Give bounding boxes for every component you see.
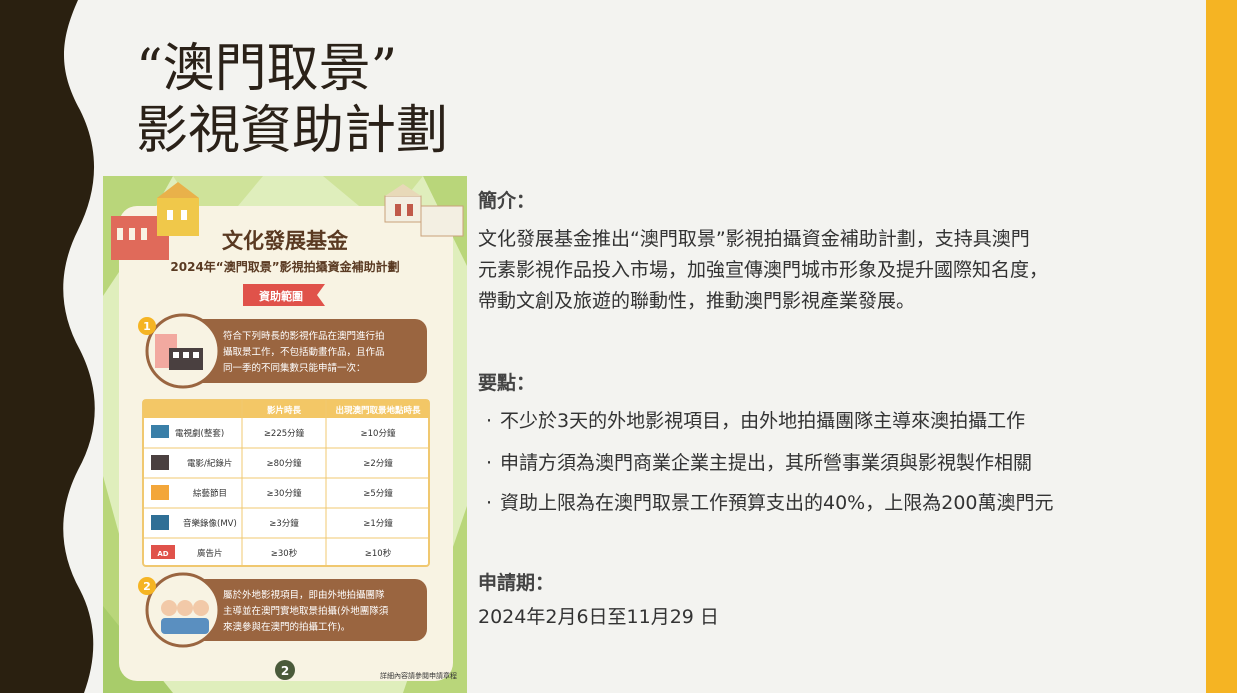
variety-show-icon bbox=[151, 485, 169, 500]
point-text: 資助上限為在澳門取景工作預算支出的40%，上限為200萬澳門元 bbox=[500, 492, 1054, 514]
left-wave-band bbox=[0, 0, 95, 693]
bullet-dot: · bbox=[485, 410, 493, 432]
duration-table: 影片時長 出現澳門取景地點時長 電視劇(整套) ≥225分鐘 ≥10分鐘 電影/… bbox=[142, 399, 430, 567]
item2-number: 2 bbox=[143, 580, 151, 593]
poster-image: 文化發展基金 2024年“澳門取景”影視拍攝資金補助計劃 資助範圍 1 符合下列… bbox=[103, 176, 467, 693]
item1-line2: 攝取景工作，不包括動畫作品，且作品 bbox=[223, 346, 385, 358]
title-line-2: 影視資助計劃 bbox=[136, 101, 449, 161]
intro-line-1: 文化發展基金推出“澳門取景”影視拍攝資金補助計劃，支持具澳門 bbox=[478, 228, 1030, 250]
points-heading: 要點： bbox=[478, 372, 536, 394]
row-duration: ≥225分鐘 bbox=[264, 428, 305, 439]
slide-title: “澳門取景” 影視資助計劃 bbox=[136, 38, 448, 162]
item2-line2: 主導並在澳門實地取景拍攝(外地團隊須 bbox=[223, 605, 389, 617]
period-text: 2024年2月6日至11月29 日 bbox=[478, 606, 719, 628]
bullet-dot: · bbox=[485, 452, 493, 474]
film-clapper-icon bbox=[151, 455, 169, 470]
row-macau: ≥5分鐘 bbox=[363, 488, 393, 499]
point-item: · 資助上限為在澳門取景工作預算支出的40%，上限為200萬澳門元 bbox=[478, 488, 1054, 515]
advertisement-icon: AD bbox=[151, 545, 175, 559]
row-macau: ≥10分鐘 bbox=[361, 428, 396, 439]
title-line-1: “澳門取景” bbox=[136, 39, 398, 99]
intro-heading: 簡介： bbox=[478, 190, 536, 212]
row-duration: ≥3分鐘 bbox=[269, 518, 299, 529]
ribbon-label: 資助範圍 bbox=[259, 289, 303, 303]
intro-line-2: 元素影視作品投入市場，加強宣傳澳門城市形象及提升國際知名度， bbox=[478, 259, 1049, 281]
poster-page-number: 2 bbox=[281, 664, 289, 678]
row-type: 廣告片 bbox=[197, 548, 223, 559]
row-type: 電影/紀錄片 bbox=[187, 458, 232, 469]
table-header-macau: 出現澳門取景地點時長 bbox=[335, 405, 421, 416]
item2-line1: 屬於外地影視項目，即由外地拍攝團隊 bbox=[223, 589, 385, 601]
row-duration: ≥80分鐘 bbox=[267, 458, 302, 469]
point-item: · 不少於3天的外地影視項目，由外地拍攝團隊主導來澳拍攝工作 bbox=[478, 406, 1025, 433]
row-type: 綜藝節目 bbox=[193, 488, 227, 499]
poster-subtitle: 2024年“澳門取景”影視拍攝資金補助計劃 bbox=[170, 259, 399, 274]
item1-line1: 符合下列時長的影視作品在澳門進行拍 bbox=[223, 330, 385, 342]
tv-icon bbox=[151, 425, 169, 438]
table-header-duration: 影片時長 bbox=[267, 405, 302, 416]
intro-line-3: 帶動文創及旅遊的聯動性，推動澳門影視產業發展。 bbox=[478, 290, 916, 312]
row-duration: ≥30秒 bbox=[271, 548, 298, 559]
item1-line3: 同一季的不同集數只能申請一次： bbox=[223, 362, 366, 374]
point-text: 不少於3天的外地影視項目，由外地拍攝團隊主導來澳拍攝工作 bbox=[500, 410, 1026, 432]
poster-ribbon: 資助範圍 bbox=[243, 284, 325, 306]
row-type: 音樂錄像(MV) bbox=[183, 518, 237, 529]
poster-footer-note: 詳細內容請參閱申請章程 bbox=[380, 671, 457, 680]
item1-number: 1 bbox=[143, 320, 151, 333]
point-text: 申請方須為澳門商業企業主提出，其所營事業須與影視製作相關 bbox=[500, 452, 1033, 474]
poster-org-title: 文化發展基金 bbox=[222, 229, 349, 253]
period-heading: 申請期： bbox=[478, 572, 555, 594]
music-video-icon bbox=[151, 515, 169, 530]
row-duration: ≥30分鐘 bbox=[267, 488, 302, 499]
ad-badge-text: AD bbox=[157, 550, 168, 558]
row-macau: ≥2分鐘 bbox=[363, 458, 393, 469]
row-macau: ≥10秒 bbox=[365, 548, 392, 559]
right-accent-band bbox=[1206, 0, 1237, 693]
row-macau: ≥1分鐘 bbox=[363, 518, 393, 529]
point-item: · 申請方須為澳門商業企業主提出，其所營事業須與影視製作相關 bbox=[478, 448, 1032, 475]
row-type: 電視劇(整套) bbox=[175, 428, 224, 439]
bullet-dot: · bbox=[485, 492, 493, 514]
item2-line3: 來澳參與在澳門的拍攝工作)。 bbox=[223, 621, 350, 633]
